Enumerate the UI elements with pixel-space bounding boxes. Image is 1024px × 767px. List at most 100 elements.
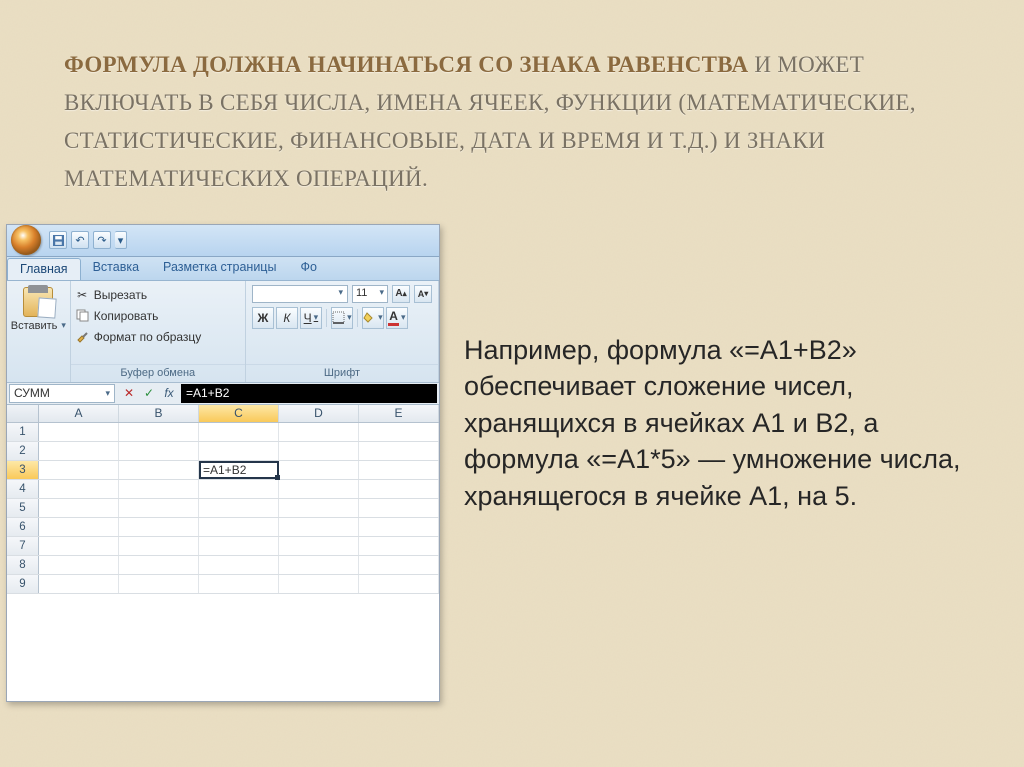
row-header[interactable]: 2 [7,442,39,460]
column-header[interactable]: C [199,405,279,422]
cell[interactable] [39,423,119,441]
cell[interactable] [279,575,359,593]
undo-icon[interactable]: ↶ [71,231,89,249]
fill-color-button[interactable]: ▾ [362,307,384,329]
paste-group: Вставить▾ [7,281,71,382]
row-header[interactable]: 3 [7,461,39,479]
paste-label: Вставить [11,320,58,332]
font-size-combo[interactable]: 11▾ [352,285,388,303]
cell[interactable] [359,461,439,479]
cell[interactable] [39,537,119,555]
cell[interactable] [359,537,439,555]
format-painter-button[interactable]: Формат по образцу [75,327,241,347]
font-name-combo[interactable]: ▾ [252,285,348,303]
accept-formula-icon[interactable]: ✓ [141,385,157,401]
cell[interactable] [39,461,119,479]
shrink-font-button[interactable]: A▾ [414,285,432,303]
border-button[interactable]: ▾ [331,307,353,329]
formula-bar[interactable]: =A1+B2 [181,384,437,403]
cell[interactable] [279,442,359,460]
name-box-value: СУММ [14,386,50,400]
cell[interactable] [359,518,439,536]
column-header[interactable]: D [279,405,359,422]
cell[interactable] [119,480,199,498]
fx-icon[interactable]: fx [161,385,177,401]
row-header[interactable]: 1 [7,423,39,441]
qat-more-icon[interactable]: ▾ [115,231,127,249]
cell[interactable] [39,480,119,498]
cut-button[interactable]: ✂ Вырезать [75,285,241,305]
cell[interactable] [279,461,359,479]
cell[interactable] [199,518,279,536]
cell[interactable] [119,442,199,460]
cell[interactable] [39,556,119,574]
cell[interactable] [279,480,359,498]
cut-label: Вырезать [94,288,147,302]
row-header[interactable]: 5 [7,499,39,517]
italic-button[interactable]: К [276,307,298,329]
cell[interactable] [199,556,279,574]
grow-font-button[interactable]: A▴ [392,285,410,303]
column-header[interactable]: A [39,405,119,422]
column-header[interactable]: B [119,405,199,422]
cell[interactable] [199,537,279,555]
column-header[interactable]: E [359,405,439,422]
tab-home[interactable]: Главная [7,258,81,280]
cell[interactable] [359,442,439,460]
redo-icon[interactable]: ↷ [93,231,111,249]
cell[interactable] [359,499,439,517]
row-header[interactable]: 8 [7,556,39,574]
worksheet-grid: A B C D E 1 2 3 =A1+B2 4 5 6 [7,405,439,701]
cell[interactable] [119,499,199,517]
tab-page-layout[interactable]: Разметка страницы [151,257,288,280]
cell[interactable] [359,556,439,574]
row-header[interactable]: 6 [7,518,39,536]
excel-screenshot: ↶ ↷ ▾ Главная Вставка Разметка страницы … [6,224,440,702]
active-cell[interactable]: =A1+B2 [199,461,279,479]
row-header[interactable]: 9 [7,575,39,593]
quick-access-toolbar: ↶ ↷ ▾ [49,231,127,249]
cell[interactable] [359,575,439,593]
ribbon-tabs: Главная Вставка Разметка страницы Фо [7,257,439,281]
cell[interactable] [39,575,119,593]
cell[interactable] [279,537,359,555]
copy-button[interactable]: Копировать [75,306,241,326]
select-all-corner[interactable] [7,405,39,422]
cell[interactable] [199,499,279,517]
cancel-formula-icon[interactable]: ✕ [121,385,137,401]
cell[interactable] [359,423,439,441]
cell[interactable] [279,499,359,517]
cell[interactable] [199,423,279,441]
name-box[interactable]: СУММ ▾ [9,384,115,403]
cell[interactable] [119,537,199,555]
column-headers: A B C D E [7,405,439,423]
cell[interactable] [279,556,359,574]
cell[interactable] [279,518,359,536]
paste-button[interactable]: Вставить▾ [7,281,70,382]
save-icon[interactable] [49,231,67,249]
cell[interactable] [119,556,199,574]
cell[interactable] [39,442,119,460]
cell[interactable] [199,442,279,460]
cell[interactable] [119,461,199,479]
cell[interactable] [119,518,199,536]
row-header[interactable]: 7 [7,537,39,555]
row-header[interactable]: 4 [7,480,39,498]
cell[interactable] [119,423,199,441]
cell[interactable] [199,480,279,498]
cell[interactable] [279,423,359,441]
cell[interactable] [119,575,199,593]
cell[interactable] [39,499,119,517]
font-color-button[interactable]: A▾ [386,307,408,329]
tab-insert[interactable]: Вставка [81,257,151,280]
underline-button[interactable]: Ч▾ [300,307,322,329]
tab-partial[interactable]: Фо [288,257,328,280]
cell[interactable] [39,518,119,536]
bold-button[interactable]: Ж [252,307,274,329]
office-orb[interactable] [11,225,41,255]
row: 3 =A1+B2 [7,461,439,480]
cell[interactable] [199,575,279,593]
formula-row: СУММ ▾ ✕ ✓ fx =A1+B2 [7,383,439,405]
cell[interactable] [359,480,439,498]
row: 6 [7,518,439,537]
